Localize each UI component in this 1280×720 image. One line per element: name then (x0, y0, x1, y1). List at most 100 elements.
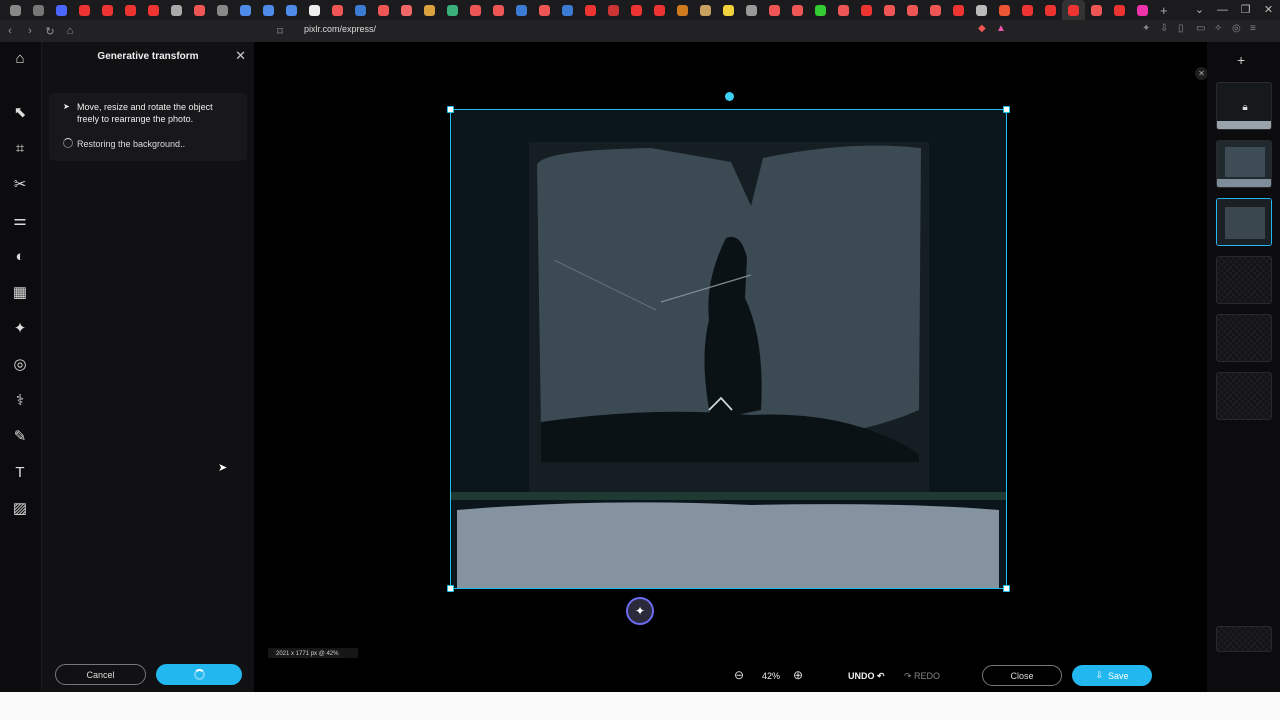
panel-close-icon[interactable]: ✕ (235, 48, 246, 64)
browser-tab[interactable] (27, 0, 50, 20)
layer-thumb-locked[interactable]: 🔒︎ (1216, 82, 1272, 130)
browser-tab[interactable] (579, 0, 602, 20)
browser-tab[interactable] (970, 0, 993, 20)
layer-thumb-empty-2[interactable] (1216, 314, 1272, 362)
back-icon[interactable]: ‹ (0, 25, 20, 37)
adjust-icon[interactable]: ⚌ (8, 208, 32, 232)
browser-tab[interactable] (303, 0, 326, 20)
effect-icon[interactable]: ▦ (8, 280, 32, 304)
browser-tab[interactable] (510, 0, 533, 20)
apply-button[interactable] (156, 664, 242, 685)
rewards-icon[interactable]: ▲ (996, 23, 1006, 37)
browser-tab[interactable] (740, 0, 763, 20)
browser-tab[interactable] (441, 0, 464, 20)
browser-tab[interactable] (50, 0, 73, 20)
browser-tab[interactable] (142, 0, 165, 20)
browser-tab[interactable] (1062, 0, 1085, 20)
url-field[interactable]: pixlr.com/express/ (304, 24, 376, 34)
layer-thumb-empty-3[interactable] (1216, 372, 1272, 420)
browser-tab[interactable] (924, 0, 947, 20)
browser-tab[interactable] (73, 0, 96, 20)
canvas-area[interactable]: ✕ ✦ 2021 x 1771 px @ 42% ⊖ 42% ⊕ UNDO ↶ … (254, 42, 1208, 692)
layer-thumb-photo[interactable] (1216, 140, 1272, 188)
home-icon[interactable]: ⌂ (60, 25, 80, 37)
browser-tab[interactable] (625, 0, 648, 20)
browser-tab[interactable] (1085, 0, 1108, 20)
browser-tab[interactable] (648, 0, 671, 20)
browser-tab[interactable] (763, 0, 786, 20)
add-layer-icon[interactable]: + (1237, 52, 1245, 68)
liquify-icon[interactable]: ◎ (8, 352, 32, 376)
zoom-level[interactable]: 42% (762, 671, 780, 681)
browser-tab[interactable] (878, 0, 901, 20)
browser-tab[interactable] (809, 0, 832, 20)
browser-tab[interactable] (901, 0, 924, 20)
home-button[interactable]: ⌂ (8, 46, 32, 70)
browser-tab[interactable] (671, 0, 694, 20)
browser-tab[interactable] (786, 0, 809, 20)
wallet-icon[interactable]: ▭ (1196, 23, 1206, 37)
rotate-handle[interactable] (725, 92, 734, 101)
zoom-out-icon[interactable]: ⊖ (734, 668, 744, 682)
browser-tab[interactable] (556, 0, 579, 20)
resize-handle-bottom-left[interactable] (447, 585, 454, 592)
browser-tab[interactable] (372, 0, 395, 20)
cancel-button[interactable]: Cancel (55, 664, 146, 685)
redo-button[interactable]: ↷ REDO (904, 671, 940, 682)
save-button[interactable]: ⇩ Save (1072, 665, 1152, 686)
browser-tab[interactable] (533, 0, 556, 20)
browser-tab[interactable] (280, 0, 303, 20)
browser-tab[interactable] (4, 0, 27, 20)
resize-handle-top-right[interactable] (1003, 106, 1010, 113)
bookmark-icon[interactable]: ⌑ (270, 25, 290, 38)
draw-icon[interactable]: ✎ (8, 424, 32, 448)
browser-tab[interactable] (694, 0, 717, 20)
browser-tab[interactable] (165, 0, 188, 20)
download-icon[interactable]: ⇩ (1160, 23, 1170, 37)
browser-tab[interactable] (1039, 0, 1062, 20)
layer-thumb-selected[interactable] (1216, 198, 1272, 246)
leo-icon[interactable]: ✧ (1214, 23, 1224, 37)
pattern-icon[interactable]: ▨ (8, 496, 32, 520)
browser-tab[interactable] (234, 0, 257, 20)
extensions-icon[interactable]: ✦ (1142, 23, 1152, 37)
browser-tab[interactable] (395, 0, 418, 20)
undo-button[interactable]: UNDO ↶ (848, 671, 885, 682)
browser-tab[interactable] (1131, 0, 1154, 20)
browser-tab[interactable] (96, 0, 119, 20)
close-window-icon[interactable]: ✕ (1257, 0, 1280, 20)
heal-icon[interactable]: ⚕ (8, 388, 32, 412)
layer-thumb-empty-1[interactable] (1216, 256, 1272, 304)
browser-tab[interactable] (211, 0, 234, 20)
ai-magic-button[interactable]: ✦ (626, 597, 654, 625)
cutout-icon[interactable]: ✂ (8, 172, 32, 196)
sidebar-icon[interactable]: ▯ (1178, 23, 1188, 37)
browser-tab[interactable] (188, 0, 211, 20)
resize-handle-bottom-right[interactable] (1003, 585, 1010, 592)
forward-icon[interactable]: › (20, 25, 40, 37)
selection-frame[interactable] (450, 109, 1007, 589)
zoom-in-icon[interactable]: ⊕ (793, 668, 803, 682)
browser-tab[interactable] (1016, 0, 1039, 20)
layer-thumb-background[interactable] (1216, 626, 1272, 652)
browser-tab[interactable] (257, 0, 280, 20)
browser-tab[interactable] (119, 0, 142, 20)
browser-tab[interactable] (993, 0, 1016, 20)
new-tab-icon[interactable]: + (1160, 3, 1168, 18)
menu-icon[interactable]: ≡ (1250, 23, 1260, 37)
magic-icon[interactable]: ✦ (8, 316, 32, 340)
tab-search-icon[interactable]: ⌄ (1188, 0, 1211, 20)
restore-icon[interactable]: ❐ (1234, 0, 1257, 20)
browser-tab[interactable] (947, 0, 970, 20)
close-button[interactable]: Close (982, 665, 1062, 686)
browser-tab[interactable] (717, 0, 740, 20)
reload-icon[interactable]: ↻ (40, 25, 60, 38)
browser-tab[interactable] (855, 0, 878, 20)
minimize-icon[interactable]: — (1211, 0, 1234, 20)
browser-tab[interactable] (487, 0, 510, 20)
browser-tab[interactable] (464, 0, 487, 20)
browser-tab[interactable] (326, 0, 349, 20)
vpn-icon[interactable]: ◎ (1232, 23, 1242, 37)
resize-handle-top-left[interactable] (447, 106, 454, 113)
browser-tab[interactable] (349, 0, 372, 20)
